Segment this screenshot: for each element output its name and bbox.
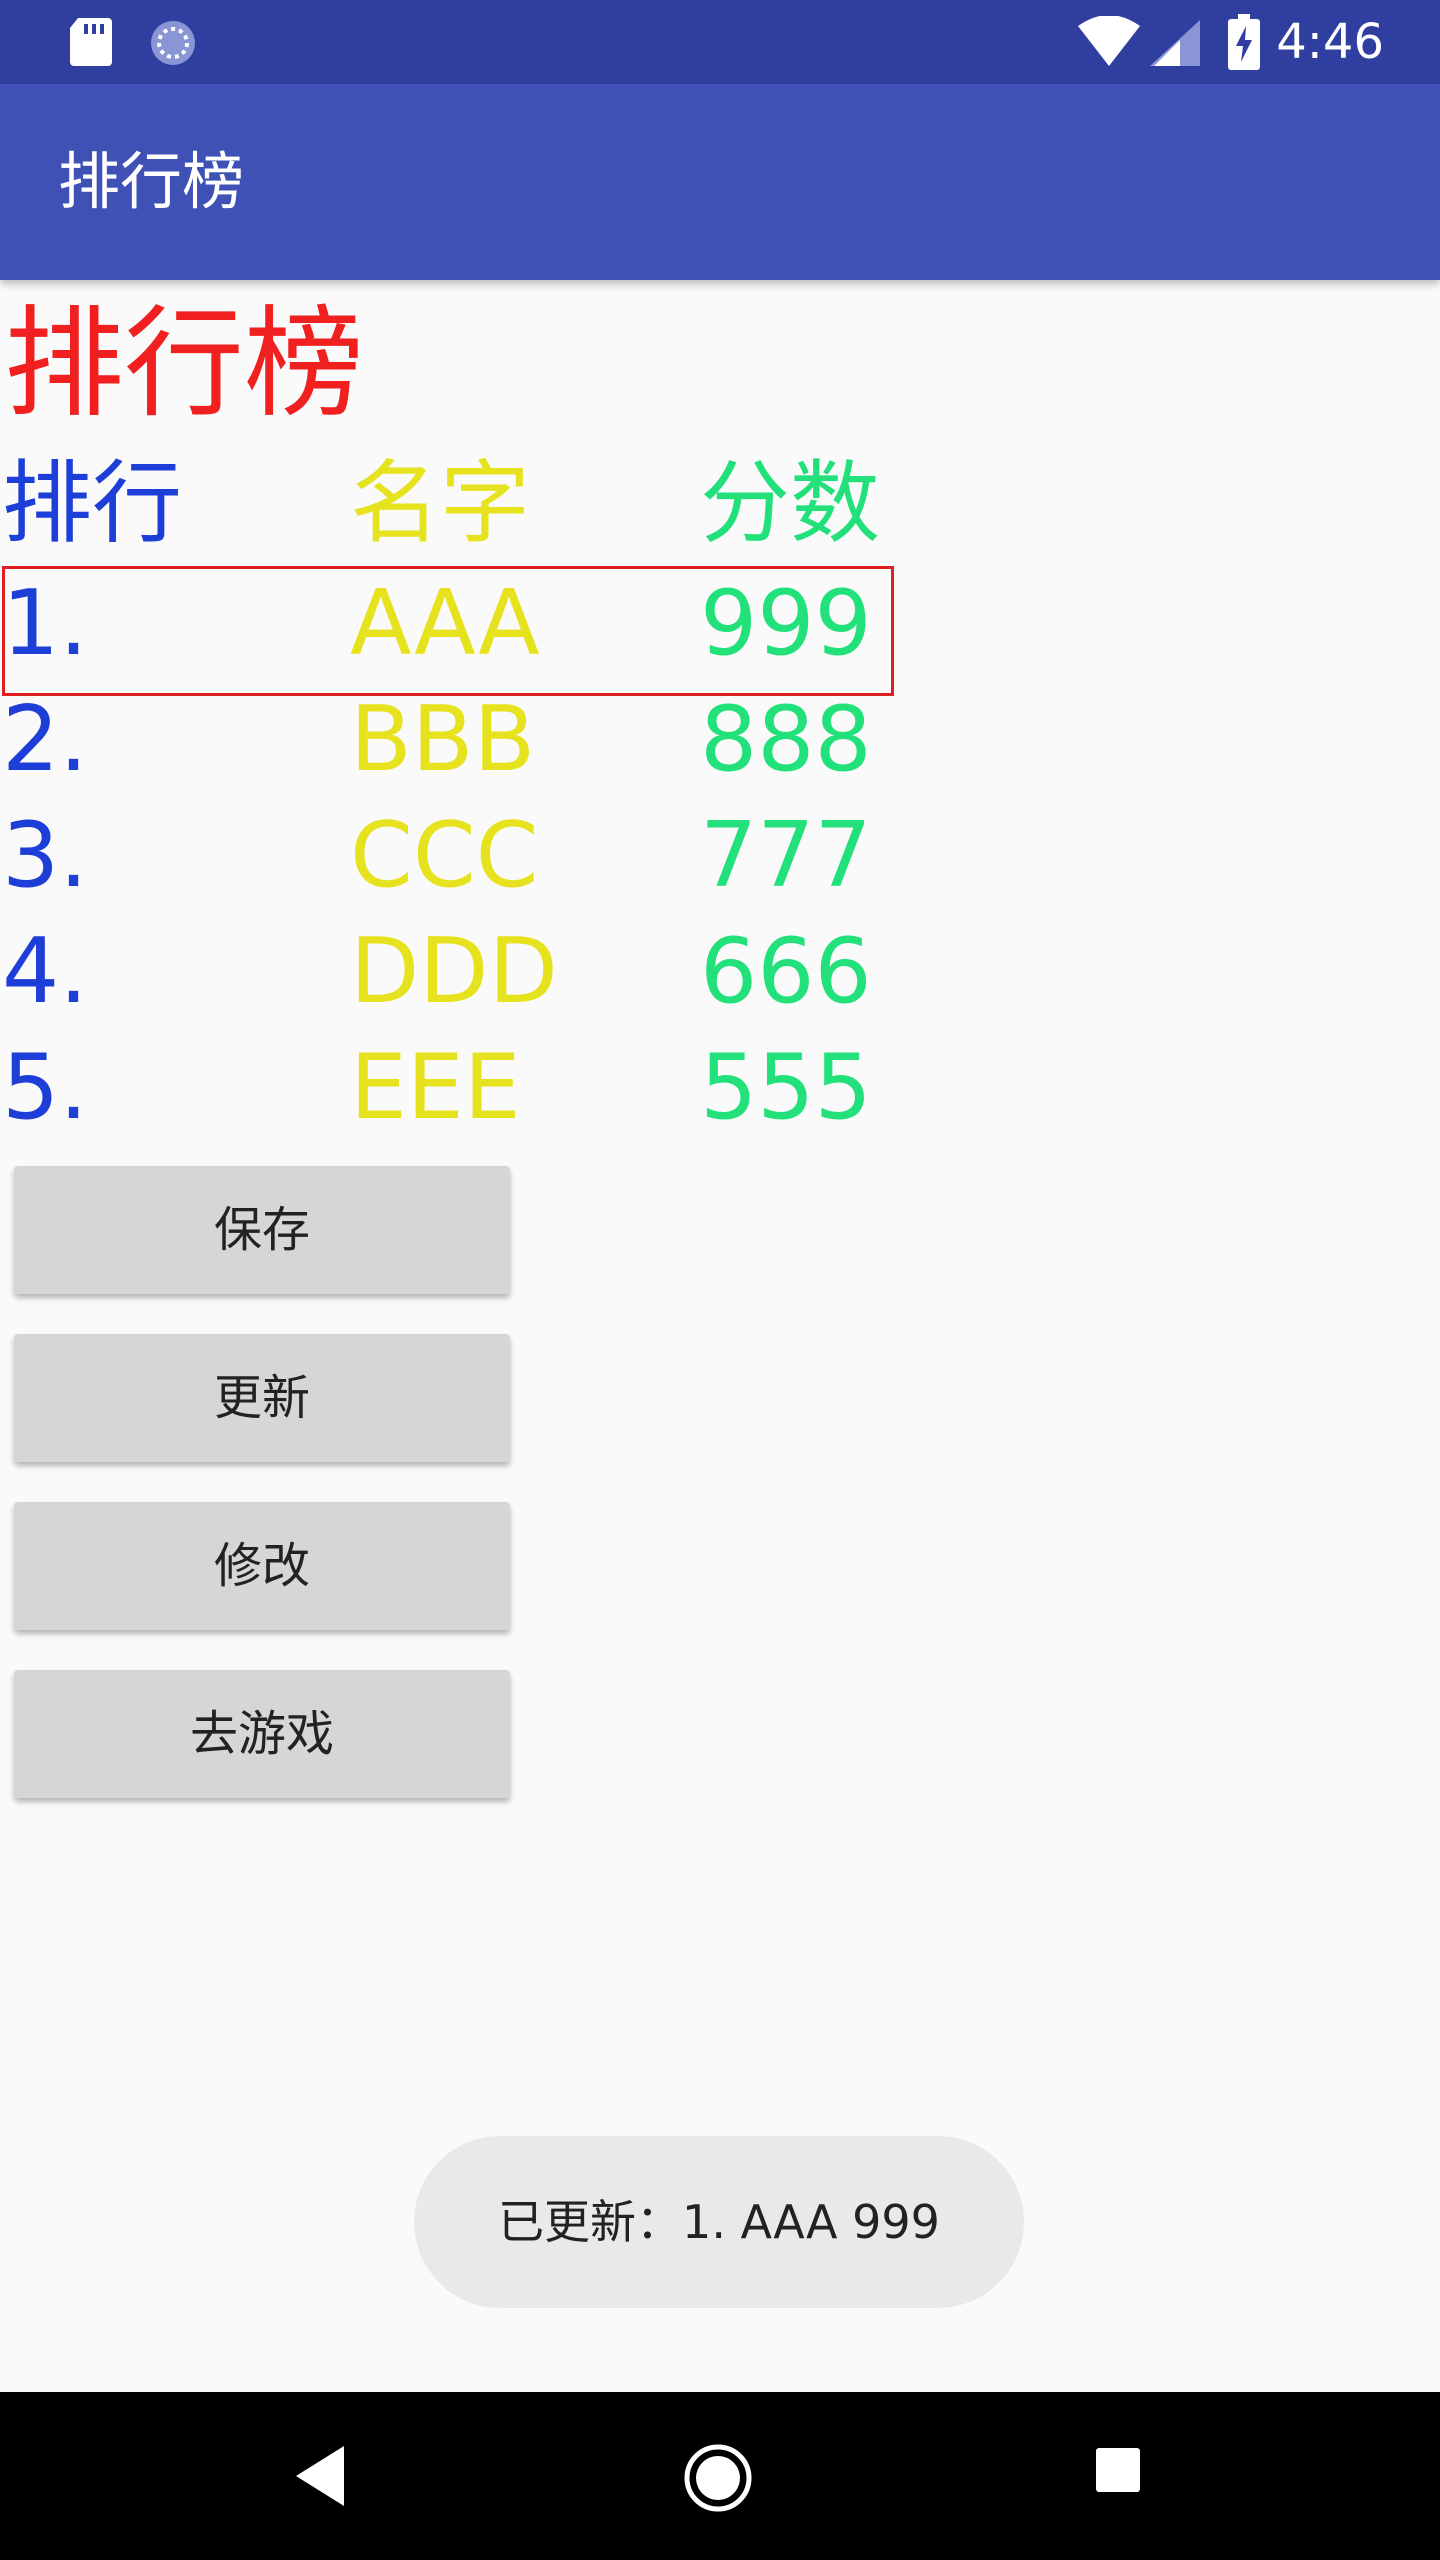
modify-button[interactable]: 修改 <box>14 1502 510 1630</box>
recents-icon[interactable] <box>1096 2448 1140 2492</box>
app-bar: 排行榜 <box>0 84 1440 280</box>
sync-icon <box>151 21 195 65</box>
sd-card-icon <box>70 18 112 66</box>
app-title: 排行榜 <box>58 145 245 218</box>
home-icon[interactable] <box>684 2444 752 2512</box>
row-name: AAA <box>350 571 540 676</box>
row-score: 555 <box>700 1035 872 1140</box>
table-header: 排行 名字 分数 <box>0 446 900 562</box>
status-clock: 4:46 <box>1276 14 1384 70</box>
row-name: BBB <box>350 687 536 792</box>
table-row: 2. BBB 888 <box>0 682 900 798</box>
row-score: 666 <box>700 919 872 1024</box>
header-score: 分数 <box>700 451 880 556</box>
table-row: 3. CCC 777 <box>0 798 900 914</box>
back-icon[interactable] <box>296 2446 344 2506</box>
table-row: 4. DDD 666 <box>0 914 900 1030</box>
save-button[interactable]: 保存 <box>14 1166 510 1294</box>
page-heading: 排行榜 <box>4 295 364 434</box>
row-rank: 2. <box>2 687 88 792</box>
battery-charging-icon <box>1228 14 1260 70</box>
row-name: CCC <box>350 803 539 908</box>
row-score: 888 <box>700 687 872 792</box>
navigation-bar <box>0 2392 1440 2560</box>
row-rank: 1. <box>2 571 88 676</box>
row-score: 999 <box>700 571 872 676</box>
signal-icon <box>1150 20 1200 66</box>
toast-message: 已更新：1. AAA 999 <box>414 2136 1024 2308</box>
row-name: DDD <box>350 919 558 1024</box>
table-row: 5. EEE 555 <box>0 1030 900 1146</box>
header-name: 名字 <box>350 451 530 556</box>
status-bar: 4:46 <box>0 0 1440 84</box>
table-row: 1. AAA 999 <box>0 566 900 682</box>
wifi-icon <box>1078 16 1140 66</box>
row-score: 777 <box>700 803 872 908</box>
play-game-button[interactable]: 去游戏 <box>14 1670 510 1798</box>
row-rank: 5. <box>2 1035 88 1140</box>
row-name: EEE <box>350 1035 521 1140</box>
header-rank: 排行 <box>2 451 182 556</box>
update-button[interactable]: 更新 <box>14 1334 510 1462</box>
row-rank: 4. <box>2 919 88 1024</box>
row-rank: 3. <box>2 803 88 908</box>
